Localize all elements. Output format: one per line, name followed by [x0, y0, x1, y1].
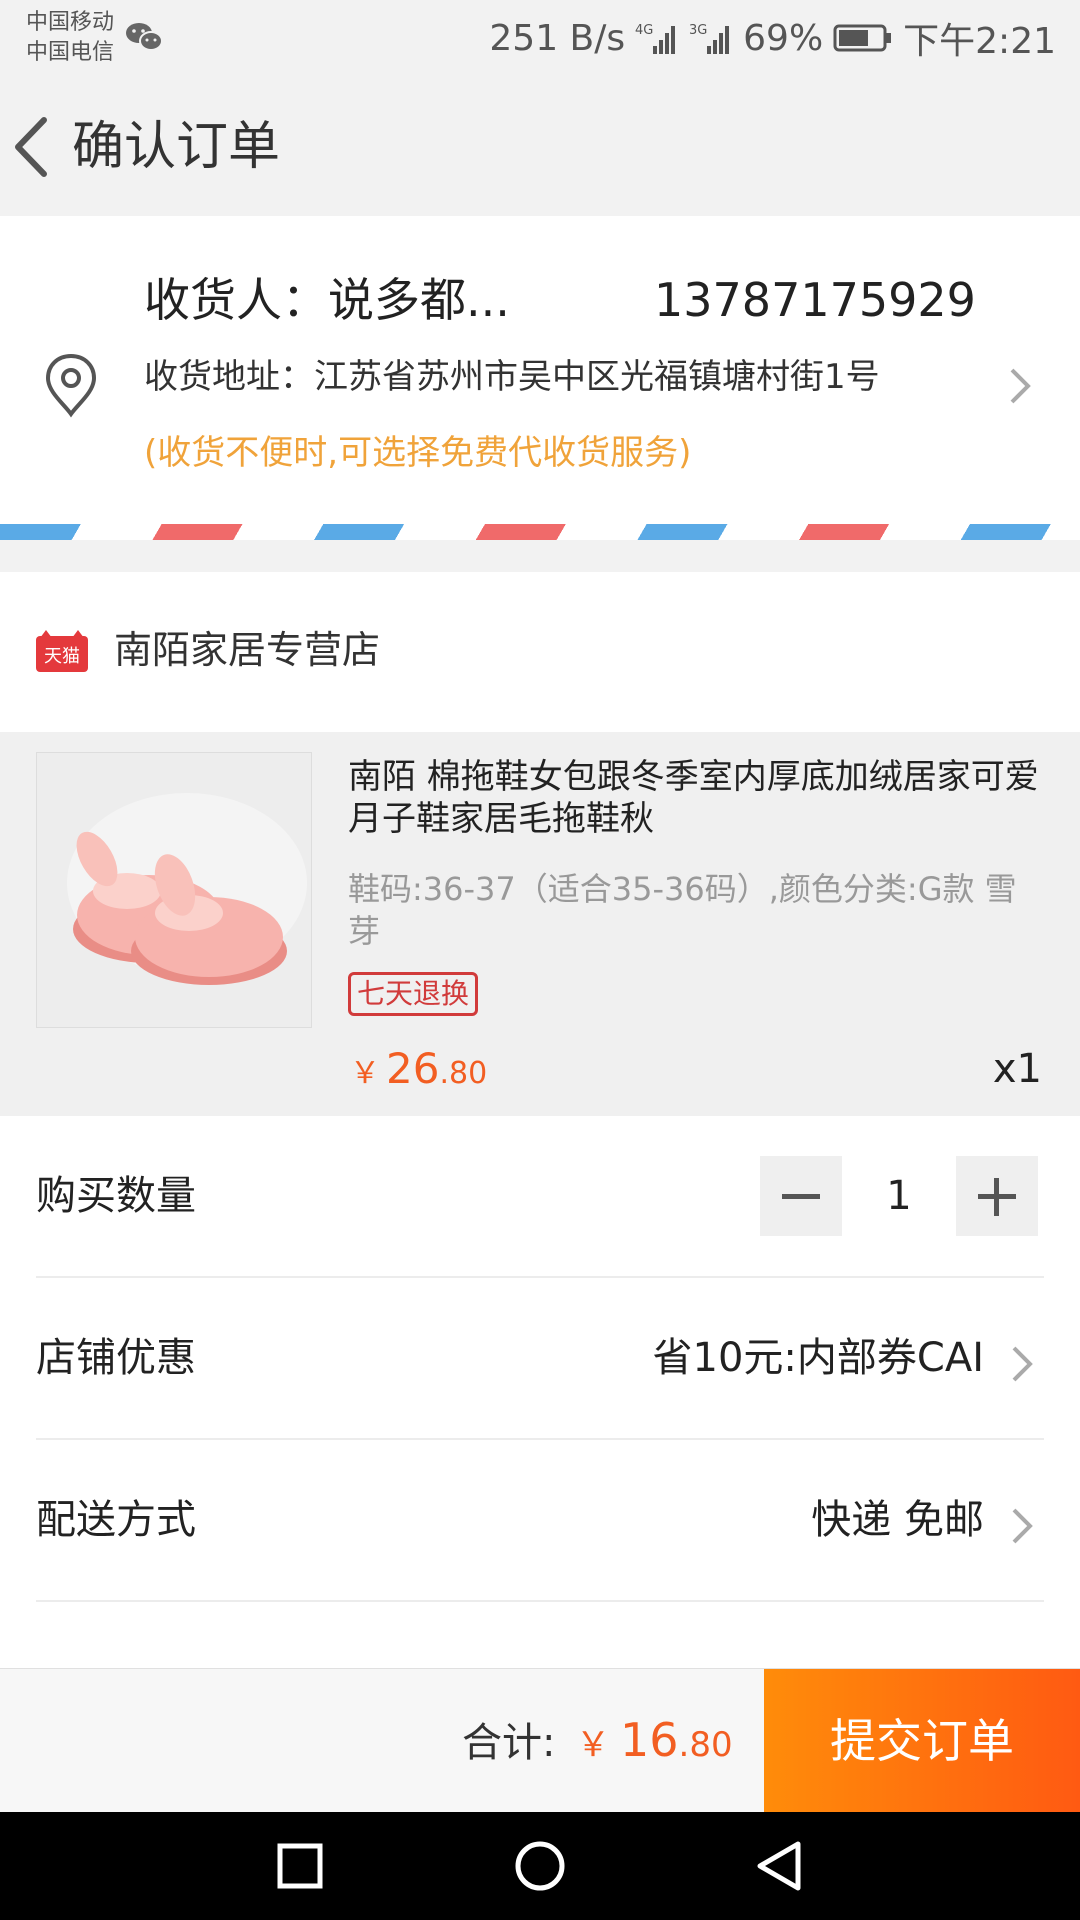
price-integer: 26 [386, 1044, 440, 1093]
price-currency: ￥ [350, 1056, 380, 1091]
recipient-name: 收货人：说多都... [144, 273, 510, 327]
chevron-right-icon[interactable] [1006, 364, 1034, 408]
quantity-label: 购买数量 [36, 1173, 196, 1219]
product-title: 南陌 棉拖鞋女包跟冬季室内厚底加绒居家可爱月子鞋家居毛拖鞋秋 [348, 757, 1039, 839]
store-discount-value: 省10元:内部券CAI [652, 1335, 984, 1381]
carrier-2: 中国电信 [26, 40, 115, 65]
tmall-logo-icon: 天猫 [36, 630, 88, 672]
shop-name: 南陌家居专营店 [114, 628, 381, 672]
back-triangle-icon[interactable] [752, 1838, 808, 1894]
airmail-stripe-divider [0, 524, 1080, 540]
total-label: 合计: [462, 1720, 556, 1766]
total-currency: ￥ [576, 1725, 610, 1765]
battery-icon [833, 24, 892, 52]
order-confirm-screen: 中国移动 中国电信 251 B/s 4G 3G 69% 下午2:21 确认订单 … [0, 0, 1080, 1920]
quantity-value[interactable]: 1 [842, 1173, 956, 1219]
delivery-method-row[interactable]: 配送方式 快递 免邮 [36, 1440, 1044, 1602]
system-navigation-bar [0, 1812, 1080, 1920]
signal-4g-label: 4G [635, 23, 653, 38]
price-decimal: .80 [439, 1056, 488, 1091]
decrement-button[interactable] [760, 1156, 842, 1236]
recent-apps-icon[interactable] [272, 1838, 328, 1894]
product-price: ￥ 26.80 [350, 1046, 487, 1097]
delivery-service-hint[interactable]: (收货不便时,可选择免费代收货服务) [144, 428, 691, 478]
total-decimal: .80 [678, 1725, 733, 1765]
recipient-phone: 13787175929 [654, 273, 976, 327]
carrier-1: 中国移动 [26, 10, 115, 35]
quantity-stepper: 1 [760, 1156, 1038, 1236]
back-arrow-icon[interactable] [10, 114, 54, 180]
home-icon[interactable] [512, 1838, 568, 1894]
product-quantity: x1 [992, 1046, 1042, 1092]
wechat-icon [126, 23, 163, 51]
submit-order-button[interactable]: 提交订单 [764, 1669, 1080, 1813]
seven-day-return-badge: 七天退换 [348, 972, 479, 1016]
chevron-right-icon [1012, 1346, 1033, 1382]
total-integer: 16 [620, 1713, 679, 1767]
page-title: 确认订单 [72, 117, 281, 177]
product-image[interactable] [36, 752, 312, 1028]
address-line: 收货地址：江苏省苏州市吴中区光福镇塘村街1号 [144, 357, 880, 397]
delivery-method-value: 快递 免邮 [811, 1497, 984, 1543]
quantity-row: 购买数量 1 [36, 1116, 1044, 1278]
signal-4g-icon: 4G [635, 23, 676, 54]
total-price: ￥ 16.80 [576, 1709, 733, 1776]
status-bar: 中国移动 中国电信 251 B/s 4G 3G 69% 下午2:21 [0, 0, 1080, 76]
signal-3g-label: 3G [689, 23, 707, 38]
header: 确认订单 [0, 76, 1080, 216]
store-discount-row[interactable]: 店铺优惠 省10元:内部券CAI [36, 1278, 1044, 1440]
tmall-logo-text: 天猫 [44, 646, 80, 667]
shop-header[interactable]: 天猫 南陌家居专营店 [0, 572, 1080, 732]
delivery-method-label: 配送方式 [36, 1497, 196, 1543]
battery-percent: 69% [743, 17, 824, 59]
network-speed: 251 B/s [489, 17, 626, 59]
clock: 下午2:21 [903, 21, 1056, 62]
order-options: 购买数量 1 店铺优惠 省10元:内部券CAI 配送方式 快递 免邮 [0, 1116, 1080, 1676]
store-discount-label: 店铺优惠 [36, 1335, 196, 1381]
carrier-info: 中国移动 中国电信 [26, 8, 114, 68]
slipper-image [37, 753, 311, 1027]
signal-3g-icon: 3G [689, 23, 730, 54]
product-sku: 鞋码:36-37（适合35-36码）,颜色分类:G款 雪芽 [348, 870, 1017, 950]
chevron-right-icon [1012, 1508, 1033, 1544]
checkout-bar: 合计: ￥ 16.80 提交订单 [0, 1668, 1080, 1813]
increment-button[interactable] [956, 1156, 1038, 1236]
shipping-address-card[interactable]: 收货人：说多都... 13787175929 收货地址：江苏省苏州市吴中区光福镇… [0, 216, 1080, 540]
location-pin-icon [45, 353, 97, 418]
product-item[interactable]: 南陌 棉拖鞋女包跟冬季室内厚底加绒居家可爱月子鞋家居毛拖鞋秋 鞋码:36-37（… [0, 732, 1080, 1116]
status-indicators: 251 B/s 4G 3G 69% 下午2:21 [489, 14, 1056, 63]
